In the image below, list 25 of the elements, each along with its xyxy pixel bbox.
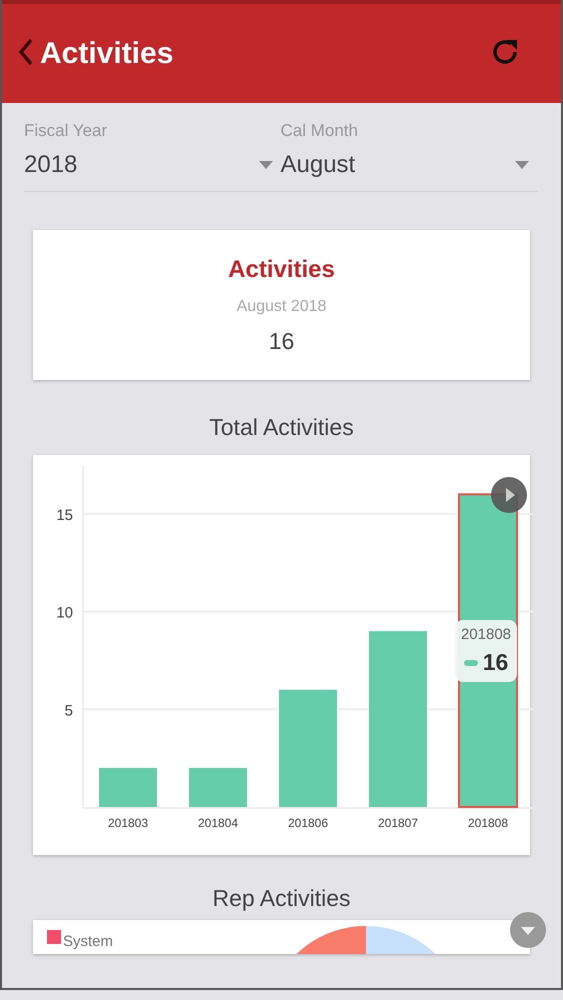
tooltip: 201808 16 <box>455 620 517 682</box>
card-period: August 2018 <box>236 298 326 316</box>
axis-category-label: 201807 <box>378 816 418 830</box>
dropdown-caret-icon <box>258 161 272 169</box>
axis-tick-label: 10 <box>56 604 73 622</box>
series-swatch-icon <box>464 660 478 666</box>
legend-label: System <box>63 934 114 950</box>
card-title: Activities <box>228 256 335 284</box>
dropdown[interactable]: August <box>280 151 537 179</box>
page-title: Activities <box>40 36 174 70</box>
dropdown[interactable]: 2018 <box>24 151 280 179</box>
axis-category-label: 201806 <box>288 816 328 830</box>
dropdown-caret-icon <box>515 161 529 169</box>
axis-tick-label: 15 <box>56 506 73 524</box>
axis-tick-label: 5 <box>64 702 73 720</box>
scroll-down-button[interactable] <box>510 912 546 951</box>
axis-category-label: 201803 <box>108 816 148 830</box>
axis-category-label: 201808 <box>468 816 508 830</box>
filter-label: Fiscal Year <box>24 121 108 141</box>
play-button[interactable] <box>491 477 527 513</box>
section-title: Rep Activities <box>211 885 352 912</box>
card-value: 16 <box>268 328 294 354</box>
axis-category-label: 201804 <box>198 816 238 830</box>
filter-label: Cal Month <box>280 121 359 141</box>
section-title: Total Activities <box>208 414 355 441</box>
